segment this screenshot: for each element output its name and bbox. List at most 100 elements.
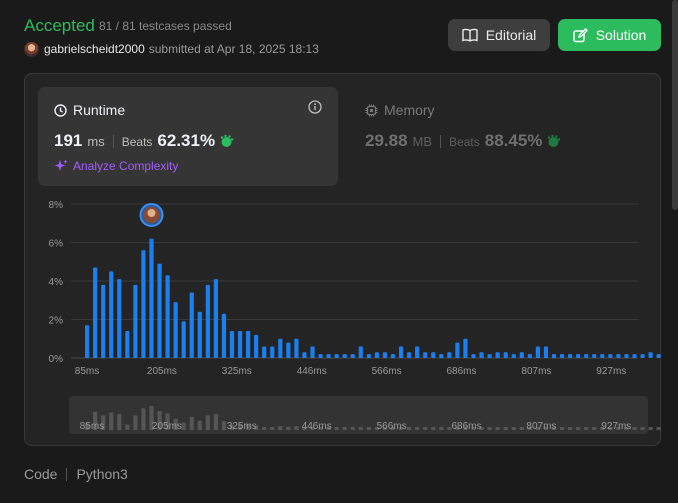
result-panel: Runtime 191 ms Beats 62.31% Analyze Comp… bbox=[24, 73, 661, 446]
bar bbox=[551, 354, 557, 358]
brush-bar bbox=[592, 427, 597, 430]
bar bbox=[407, 352, 412, 358]
bar bbox=[270, 346, 275, 358]
bar bbox=[173, 302, 178, 358]
submitted-time: submitted at Apr 18, 2025 18:13 bbox=[148, 42, 319, 56]
bar bbox=[350, 354, 355, 358]
divider bbox=[66, 467, 68, 481]
runtime-distribution-chart[interactable]: 0% 2% 4% 6% 8% 85ms 205ms 325ms 446ms 566ms 686ms 8… bbox=[25, 74, 662, 447]
x-tick-label: 325ms bbox=[222, 366, 252, 377]
brush-bar bbox=[358, 427, 363, 430]
bar bbox=[109, 271, 114, 358]
bar bbox=[117, 279, 122, 358]
bar bbox=[511, 354, 516, 358]
language-label: Python3 bbox=[76, 466, 128, 482]
bar bbox=[656, 354, 661, 358]
brush-bar bbox=[197, 420, 202, 430]
book-icon bbox=[462, 28, 478, 42]
bar bbox=[101, 284, 106, 358]
y-tick-label: 2% bbox=[49, 316, 64, 327]
bar bbox=[503, 352, 508, 358]
bar bbox=[535, 346, 540, 358]
bar bbox=[286, 342, 291, 358]
bar bbox=[495, 352, 500, 358]
bar bbox=[334, 354, 339, 358]
brush-bar bbox=[205, 415, 210, 430]
y-tick-label: 6% bbox=[49, 239, 64, 250]
brush-bar bbox=[181, 422, 186, 430]
avatar[interactable] bbox=[24, 41, 39, 57]
brush-bar bbox=[519, 427, 524, 430]
bar bbox=[246, 331, 251, 358]
brush-bar bbox=[262, 427, 267, 430]
bar bbox=[487, 354, 492, 358]
brush-bar bbox=[342, 427, 347, 430]
bar bbox=[229, 331, 235, 358]
bar bbox=[576, 354, 581, 358]
brush-bar bbox=[133, 415, 138, 430]
brush-tick-label: 686ms bbox=[451, 421, 481, 432]
submission-header: Accepted 81 / 81 testcases passed gabrie… bbox=[0, 0, 678, 70]
bar bbox=[374, 352, 379, 358]
bar bbox=[519, 352, 524, 358]
bar bbox=[600, 354, 605, 358]
bar bbox=[213, 279, 218, 358]
bar bbox=[527, 354, 532, 358]
brush-bar bbox=[366, 427, 371, 430]
bar bbox=[189, 292, 194, 358]
bar bbox=[358, 346, 363, 358]
bar bbox=[85, 325, 90, 358]
bar bbox=[125, 331, 130, 358]
brush-tick-label: 807ms bbox=[526, 421, 556, 432]
y-tick-label: 4% bbox=[49, 277, 64, 288]
x-tick-label: 686ms bbox=[446, 366, 476, 377]
username-link[interactable]: gabrielscheidt2000 bbox=[44, 42, 145, 56]
brush-bar bbox=[221, 421, 227, 430]
bar bbox=[390, 354, 396, 358]
bar bbox=[262, 346, 267, 358]
bar bbox=[439, 354, 444, 358]
x-tick-label: 446ms bbox=[297, 366, 327, 377]
brush-bar bbox=[648, 427, 653, 430]
brush-bar bbox=[109, 412, 114, 430]
bar bbox=[165, 275, 170, 358]
x-tick-label: 205ms bbox=[147, 366, 177, 377]
bar bbox=[133, 284, 138, 358]
bar bbox=[584, 354, 589, 358]
bar bbox=[592, 354, 597, 358]
brush-bar bbox=[334, 427, 339, 430]
brush-tick-label: 85ms bbox=[80, 421, 104, 432]
bar bbox=[342, 354, 347, 358]
x-tick-label: 927ms bbox=[596, 366, 626, 377]
scrollbar[interactable] bbox=[672, 0, 678, 210]
x-tick-label: 807ms bbox=[521, 366, 551, 377]
code-label: Code bbox=[24, 466, 58, 482]
editorial-button[interactable]: Editorial bbox=[448, 19, 550, 51]
bar bbox=[423, 352, 428, 358]
brush-tick-label: 446ms bbox=[302, 421, 332, 432]
brush-tick-label: 566ms bbox=[377, 421, 407, 432]
brush-bar bbox=[632, 427, 637, 430]
brush-bar bbox=[584, 427, 589, 430]
brush-bar bbox=[511, 427, 516, 430]
bar bbox=[366, 354, 371, 358]
brush-bar bbox=[294, 426, 299, 430]
bar bbox=[237, 331, 243, 358]
y-tick-label: 0% bbox=[49, 354, 64, 365]
solution-button[interactable]: Solution bbox=[558, 19, 661, 51]
bar bbox=[463, 338, 468, 358]
bar bbox=[455, 342, 460, 358]
bar bbox=[221, 313, 227, 358]
brush-bar bbox=[125, 424, 130, 430]
bar bbox=[398, 346, 404, 358]
testcases-passed: 81 / 81 testcases passed bbox=[99, 19, 232, 33]
bar bbox=[310, 346, 315, 358]
bar bbox=[157, 263, 162, 358]
submission-user-line: gabrielscheidt2000 submitted at Apr 18, … bbox=[24, 41, 319, 57]
brush-bar bbox=[495, 427, 500, 430]
brush-bar bbox=[503, 427, 508, 430]
y-tick-label: 8% bbox=[49, 200, 64, 211]
bar bbox=[181, 321, 186, 358]
brush-bar bbox=[487, 427, 492, 430]
code-footer: Code Python3 bbox=[24, 466, 128, 482]
